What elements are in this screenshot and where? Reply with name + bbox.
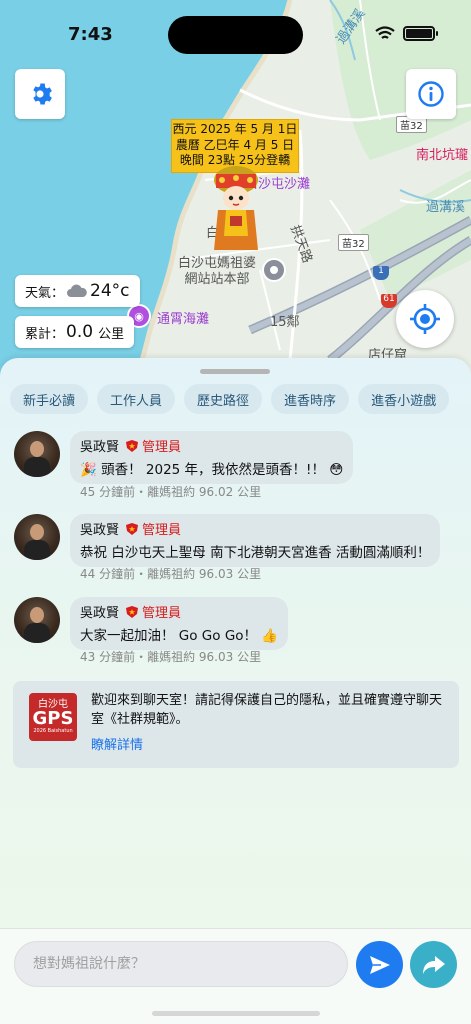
status-time: 7:43 — [68, 24, 113, 45]
shield-star-icon — [126, 522, 139, 535]
admin-badge: 管理員 — [125, 436, 181, 455]
battery-icon — [403, 26, 438, 41]
weather-value: 24°c — [90, 281, 130, 301]
crosshair-icon — [410, 304, 440, 334]
gear-icon — [33, 83, 52, 105]
map-label-nanbei: 南北坑瓏 — [416, 148, 469, 163]
sheet-grabber[interactable] — [200, 369, 270, 374]
distance-unit: 公里 — [98, 326, 125, 342]
sender-name: 吳政賢 — [80, 606, 120, 621]
admin-badge: 管理員 — [125, 602, 181, 621]
message-text: 恭祝 白沙屯天上聖母 南下北港朝天宮進香 活動圓滿順利！ — [80, 545, 431, 561]
send-button[interactable] — [356, 941, 403, 988]
settings-button[interactable] — [15, 69, 65, 119]
home-indicator — [152, 1011, 320, 1016]
shield-star-icon — [126, 605, 139, 618]
mazu-marker-icon[interactable] — [208, 166, 264, 250]
message-meta: 45 分鐘前・離媽祖約 96.02 公里 — [80, 485, 262, 499]
tab-history-route[interactable]: 歷史路徑 — [184, 384, 263, 414]
map-view[interactable]: 過溝溪 苗32 南北坑瓏 過溝溪 白沙屯沙灘 拱天路 白沙 苗32 白沙屯媽祖婆… — [0, 0, 471, 380]
tab-staff[interactable]: 工作人員 — [97, 384, 176, 414]
message-input[interactable] — [14, 941, 348, 987]
date-line-solar: 西元 2025 年 5 月 1日 — [172, 122, 298, 136]
weather-chip: 天氣： 24°c — [15, 275, 140, 307]
share-arrow-icon — [422, 955, 445, 974]
map-label-tongxiao-beach[interactable]: 通霄海灘 — [157, 308, 209, 327]
message-text: 大家一起加油！ Go Go Go！ 👍 — [80, 628, 279, 644]
date-line-lunar: 農曆 乙巳年 4 月 5 日 — [175, 137, 295, 152]
avatar[interactable] — [14, 597, 60, 643]
map-label-station: 白沙屯媽祖婆網站站本部 — [177, 256, 256, 287]
avatar[interactable] — [14, 431, 60, 477]
tab-bar: 新手必讀 工作人員 歷史路徑 進香時序 進香小遊戲 — [10, 384, 450, 414]
message-bubble[interactable]: 吳政賢 管理員 恭祝 白沙屯天上聖母 南下北港朝天宮進香 活動圓滿順利！ — [70, 514, 441, 567]
shield-star-icon — [126, 439, 139, 452]
distance-chip: 累計： 0.0 公里 — [15, 316, 135, 348]
map-label-creek-right: 過溝溪 — [426, 200, 466, 215]
welcome-notice: 白沙屯 GPS 2026 Baishatun 歡迎來到聊天室！請記得保護自己的隱… — [13, 681, 459, 768]
info-icon — [418, 81, 444, 107]
dynamic-island — [168, 16, 303, 54]
admin-badge: 管理員 — [125, 519, 181, 538]
message-text: 🎉 頭香！ 2025 年，我依然是頭香！!！ 😳 — [80, 462, 344, 478]
route-shield: 1 — [373, 266, 389, 280]
route-shield: 61 — [381, 294, 397, 308]
message-bubble[interactable]: 吳政賢 管理員 大家一起加油！ Go Go Go！ 👍 — [70, 597, 289, 650]
gps-logo: 白沙屯 GPS 2026 Baishatun — [29, 693, 77, 741]
info-button[interactable] — [406, 69, 456, 119]
welcome-text: 歡迎來到聊天室！請記得保護自己的隱私，並且確實遵守聊天室《社群規範》。 — [91, 693, 443, 727]
pilgrimage-date-box: 西元 2025 年 5 月 1日 農曆 乙巳年 4 月 5 日 晚間 23點 2… — [171, 119, 299, 173]
map-pin-icon[interactable] — [262, 258, 286, 282]
tab-mini-game[interactable]: 進香小遊戲 — [358, 384, 450, 414]
sender-name: 吳政賢 — [80, 440, 120, 455]
sender-name: 吳政賢 — [80, 523, 120, 538]
tab-schedule[interactable]: 進香時序 — [271, 384, 350, 414]
weather-label: 天氣： — [25, 285, 65, 301]
status-icons — [375, 26, 438, 41]
message-bubble[interactable]: 吳政賢 管理員 🎉 頭香！ 2025 年，我依然是頭香！!！ 😳 — [70, 431, 354, 484]
road-badge: 苗32 — [338, 234, 369, 251]
cloud-icon — [67, 284, 87, 297]
learn-more-link[interactable]: 瞭解詳情 — [91, 734, 143, 753]
locate-button[interactable] — [396, 290, 454, 348]
message-meta: 44 分鐘前・離媽祖約 96.03 公里 — [80, 567, 262, 581]
map-label-village: 15鄰 — [270, 315, 300, 330]
distance-value: 0.0 — [66, 322, 94, 342]
wifi-icon — [375, 26, 395, 39]
share-button[interactable] — [410, 941, 457, 988]
distance-label: 累計： — [25, 326, 65, 342]
message-meta: 43 分鐘前・離媽祖約 96.03 公里 — [80, 650, 262, 664]
send-icon — [369, 955, 390, 974]
avatar[interactable] — [14, 514, 60, 560]
tab-beginner-guide[interactable]: 新手必讀 — [10, 384, 89, 414]
message-composer — [0, 928, 471, 1024]
